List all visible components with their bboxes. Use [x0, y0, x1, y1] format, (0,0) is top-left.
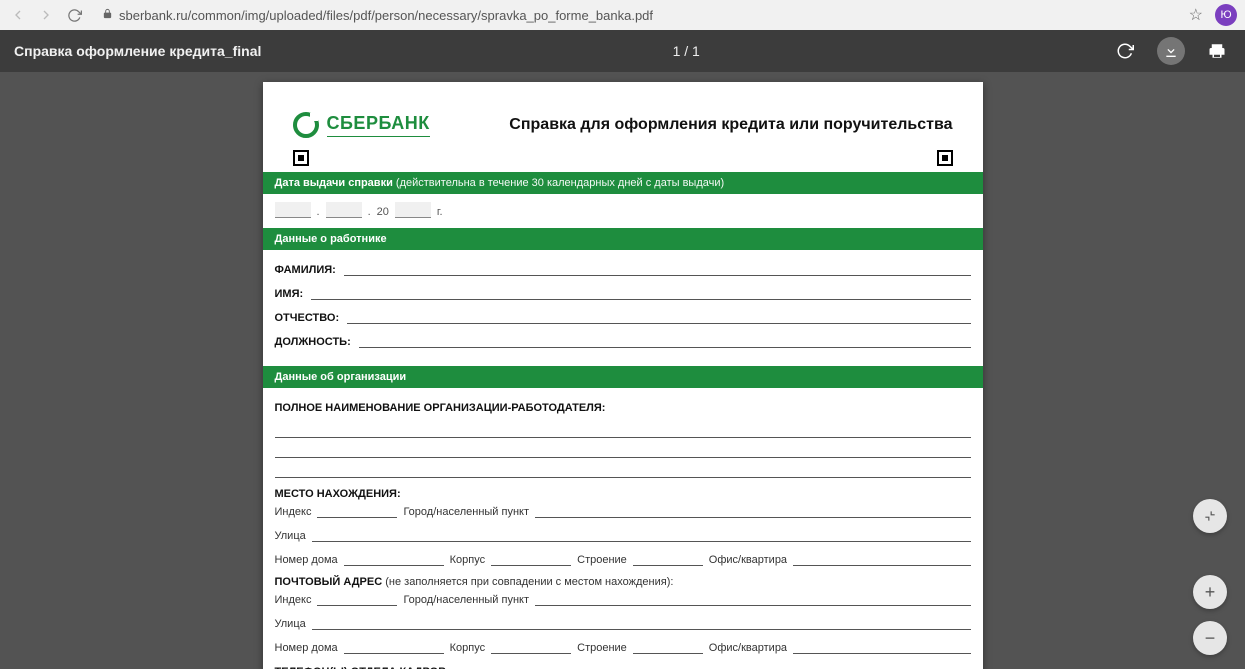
label-index-2: Индекс [275, 594, 312, 606]
label-street-2: Улица [275, 618, 306, 630]
marker-icon [937, 150, 953, 166]
page-indicator: 1 / 1 [261, 43, 1111, 59]
year-suffix: г. [437, 206, 443, 218]
label-city: Город/населенный пункт [403, 506, 529, 518]
label-name: ИМЯ: [275, 288, 304, 300]
input-city-2[interactable] [535, 592, 970, 606]
label-position: ДОЛЖНОСТЬ: [275, 336, 351, 348]
zoom-controls: + − [1193, 499, 1227, 655]
date-separator: . [368, 206, 371, 218]
back-button[interactable] [8, 5, 28, 25]
postal-hint: (не заполняется при совпадении с местом … [385, 576, 673, 588]
input-korpus[interactable] [491, 552, 571, 566]
browser-toolbar: sberbank.ru/common/img/uploaded/files/pd… [0, 0, 1245, 30]
input-index-2[interactable] [317, 592, 397, 606]
input-street[interactable] [312, 528, 971, 542]
input-office-2[interactable] [793, 640, 970, 654]
bank-name: СБЕРБАНК [327, 113, 430, 137]
date-month-field[interactable] [326, 202, 362, 218]
marker-icon [293, 150, 309, 166]
date-day-field[interactable] [275, 202, 311, 218]
input-street-2[interactable] [312, 616, 971, 630]
document-title: Справка для оформления кредита или поруч… [509, 116, 952, 134]
label-location: МЕСТО НАХОЖДЕНИЯ: [275, 488, 971, 500]
label-org-name: ПОЛНОЕ НАИМЕНОВАНИЕ ОРГАНИЗАЦИИ-РАБОТОДА… [275, 402, 971, 414]
date-year-field[interactable] [395, 202, 431, 218]
input-org-name-3[interactable] [275, 460, 971, 478]
fit-page-button[interactable] [1193, 499, 1227, 533]
label-house-2: Номер дома [275, 642, 338, 654]
bookmark-star-icon[interactable]: ☆ [1185, 5, 1207, 25]
label-office: Офис/квартира [709, 554, 787, 566]
section-employee: Данные о работнике [263, 228, 983, 250]
issue-date-row: . . 20 г. [263, 194, 983, 228]
input-office[interactable] [793, 552, 970, 566]
section-organization: Данные об организации [263, 366, 983, 388]
section-issue-date: Дата выдачи справки (действительна в теч… [263, 172, 983, 194]
date-separator: . [317, 206, 320, 218]
label-surname: ФАМИЛИЯ: [275, 264, 336, 276]
label-stroenie: Строение [577, 554, 627, 566]
pdf-viewport[interactable]: СБЕРБАНК Справка для оформления кредита … [0, 72, 1245, 669]
print-button[interactable] [1203, 37, 1231, 65]
forward-button[interactable] [36, 5, 56, 25]
section-hint: (действительна в течение 30 календарных … [396, 177, 724, 189]
label-patronymic: ОТЧЕСТВО: [275, 312, 340, 324]
input-patronymic[interactable] [347, 310, 970, 324]
input-index[interactable] [317, 504, 397, 518]
label-city-2: Город/населенный пункт [403, 594, 529, 606]
input-position[interactable] [359, 334, 971, 348]
label-house: Номер дома [275, 554, 338, 566]
input-korpus-2[interactable] [491, 640, 571, 654]
year-prefix: 20 [377, 206, 389, 218]
input-name[interactable] [311, 286, 970, 300]
input-city[interactable] [535, 504, 970, 518]
alignment-markers [263, 146, 983, 172]
label-office-2: Офис/квартира [709, 642, 787, 654]
input-org-name-1[interactable] [275, 420, 971, 438]
label-postal: ПОЧТОВЫЙ АДРЕС [275, 576, 383, 588]
zoom-out-button[interactable]: − [1193, 621, 1227, 655]
input-house-2[interactable] [344, 640, 444, 654]
download-button[interactable] [1157, 37, 1185, 65]
input-stroenie[interactable] [633, 552, 703, 566]
input-house[interactable] [344, 552, 444, 566]
label-index: Индекс [275, 506, 312, 518]
section-label: Дата выдачи справки [275, 177, 393, 189]
label-korpus-2: Корпус [450, 642, 485, 654]
address-bar[interactable]: sberbank.ru/common/img/uploaded/files/pd… [92, 4, 1177, 26]
url-text: sberbank.ru/common/img/uploaded/files/pd… [119, 8, 653, 23]
zoom-in-button[interactable]: + [1193, 575, 1227, 609]
bank-logo: СБЕРБАНК [293, 112, 430, 138]
input-hr-phone[interactable] [458, 664, 971, 669]
pdf-page: СБЕРБАНК Справка для оформления кредита … [263, 82, 983, 669]
lock-icon [102, 8, 113, 22]
reload-button[interactable] [64, 5, 84, 25]
label-stroenie-2: Строение [577, 642, 627, 654]
pdf-document-title: Справка оформление кредита_final [14, 43, 261, 59]
pdf-toolbar: Справка оформление кредита_final 1 / 1 [0, 30, 1245, 72]
rotate-button[interactable] [1111, 37, 1139, 65]
logo-icon [293, 112, 319, 138]
input-org-name-2[interactable] [275, 440, 971, 458]
label-street: Улица [275, 530, 306, 542]
profile-avatar[interactable]: Ю [1215, 4, 1237, 26]
input-stroenie-2[interactable] [633, 640, 703, 654]
label-korpus: Корпус [450, 554, 485, 566]
input-surname[interactable] [344, 262, 971, 276]
